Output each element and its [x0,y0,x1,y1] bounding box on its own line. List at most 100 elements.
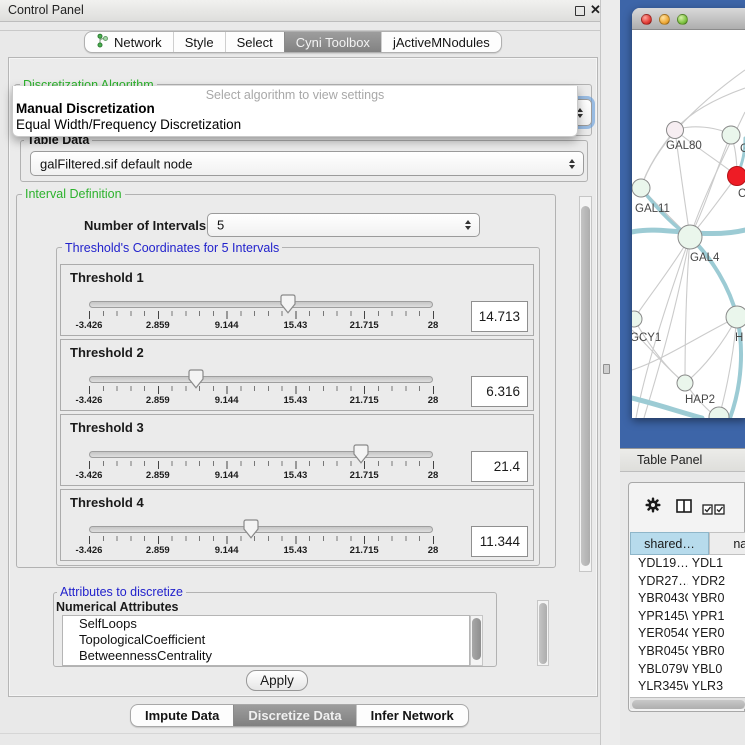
attribute-list-item[interactable]: SelfLoops [63,616,469,632]
table-hscrollbar[interactable] [630,697,745,709]
cell-name[interactable]: YBR0 [688,643,745,661]
close-traffic-light-icon[interactable] [641,14,652,25]
float-window-icon[interactable] [575,6,585,16]
tab-label: Select [237,35,273,50]
number-of-intervals-combobox[interactable]: 5 [207,213,480,237]
interval-scrollbar-thumb[interactable] [581,206,590,566]
cell-shared-name[interactable]: YLR345W [630,678,688,696]
network-node-label: HAP2 [685,394,715,406]
bottom-node[interactable] [709,407,729,418]
tab-network[interactable]: Network [85,32,173,52]
gear-icon[interactable] [645,497,661,518]
checkbox-icon[interactable] [702,502,713,520]
threshold-slider-track[interactable] [89,376,433,383]
network-window-titlebar[interactable] [632,8,745,30]
network-edge[interactable] [641,130,675,188]
network-canvas[interactable]: GAL80GAL11GAL4GCY1HAP2GACH [632,30,745,418]
tab-cyni-toolbox[interactable]: Cyni Toolbox [284,32,381,52]
threshold-slider-track[interactable] [89,526,433,533]
algorithm-option[interactable]: Equal Width/Frequency Discretization [13,117,577,133]
table-row[interactable]: YLR345WYLR3 [630,678,745,696]
cell-name[interactable]: YBL0 [688,661,745,679]
split-pane-handle-icon[interactable] [603,364,610,374]
table-data-value: galFiltered.sif default node [40,156,192,171]
top-tab-bar: NetworkStyle Select Cyni ToolboxjActiveMNo… [84,31,502,53]
cell-name[interactable]: YER0 [688,625,745,643]
checkbox-icon[interactable] [714,502,725,520]
gal80-node[interactable] [667,122,684,139]
table-data-combobox[interactable]: galFiltered.sif default node [30,151,584,176]
zoom-traffic-light-icon[interactable] [677,14,688,25]
threshold-value-field[interactable]: 14.713 [471,301,528,332]
numerical-attributes-label: Numerical Attributes [56,600,178,614]
interval-scrollbar[interactable] [579,196,592,572]
network-edge-highlighted[interactable] [690,237,737,317]
minimize-traffic-light-icon[interactable] [659,14,670,25]
threshold-label: Threshold 2 [70,345,144,360]
tick-label: 15.43 [284,395,308,406]
cell-name[interactable]: YDR2 [688,573,745,591]
split-columns-icon[interactable] [676,499,692,518]
table-row[interactable]: YBR043CYBR0 [630,590,745,608]
bottom-tab-discretize-data[interactable]: Discretize Data [233,705,355,726]
gcy1-node[interactable] [632,311,642,327]
top-right-node[interactable] [722,126,740,144]
tick-label: 28 [428,320,439,331]
threshold-value-field[interactable]: 21.4 [471,451,528,482]
apply-button[interactable]: Apply [246,670,308,691]
gal11-node[interactable] [632,179,650,197]
tab-jactivemnodules[interactable]: jActiveMNodules [381,32,501,52]
threshold-panel: Threshold 4-3.4262.8599.14415.4321.71528… [60,489,534,561]
network-node-label: GAL11 [635,203,670,215]
cell-name[interactable]: YBR0 [688,590,745,608]
threshold-value-field[interactable]: 11.344 [471,526,528,557]
table-row[interactable]: YER054CYER0 [630,625,745,643]
table-rows: YDL19…YDL1YDR27…YDR2YBR043CYBR0YPR145WYP… [630,555,745,697]
network-node-label: GAL80 [666,140,702,152]
cell-shared-name[interactable]: YBR045C [630,643,688,661]
cell-name[interactable]: YLR3 [688,678,745,696]
table-row[interactable]: YDR27…YDR2 [630,573,745,591]
threshold-slider-track[interactable] [89,301,433,308]
thresholds-list: Threshold 1-3.4262.8599.14415.4321.71528… [60,264,534,564]
table-row[interactable]: YBR045CYBR0 [630,643,745,661]
attributes-pane-scrollbar-thumb[interactable] [539,603,547,664]
threshold-value-field[interactable]: 6.316 [471,376,528,407]
bottom-tab-impute-data[interactable]: Impute Data [131,705,233,726]
right-mid-node[interactable] [726,306,745,328]
table-row[interactable]: YBL079WYBL0 [630,661,745,679]
attribute-list-item[interactable]: TopologicalCoefficient [63,632,469,648]
tab-select[interactable]: Select [225,32,284,52]
table-hscrollbar-thumb[interactable] [632,700,745,709]
tab-style[interactable]: Style [173,32,225,52]
tick-label: 28 [428,545,439,556]
attribute-list-item[interactable]: BetweennessCentrality [63,648,469,664]
network-edge[interactable] [675,88,745,130]
threshold-slider-track[interactable] [89,451,433,458]
table-header-row: shared…name [630,532,745,555]
cell-name[interactable]: YDL1 [688,555,745,573]
gal4-node[interactable] [678,225,702,249]
hap2-node[interactable] [677,375,693,391]
column-header-1[interactable]: shared… [630,532,709,555]
attributes-list-scrollbar[interactable] [470,615,483,666]
attributes-pane-scrollbar[interactable] [537,600,549,666]
table-row[interactable]: YPR145WYPR1 [630,608,745,626]
bottom-tab-infer-network[interactable]: Infer Network [356,705,468,726]
column-header-2[interactable]: name [709,532,745,555]
cell-shared-name[interactable]: YBL079W [630,661,688,679]
numerical-attributes-list[interactable]: SelfLoopsTopologicalCoefficientBetweenne… [62,615,470,666]
algorithm-dropdown-hint: Select algorithm to view settings [13,86,577,101]
cell-shared-name[interactable]: YBR043C [630,590,688,608]
cell-shared-name[interactable]: YER054C [630,625,688,643]
threshold-label: Threshold 1 [70,270,144,285]
cell-name[interactable]: YPR1 [688,608,745,626]
cell-shared-name[interactable]: YDR27… [630,573,688,591]
red-node[interactable] [728,167,745,186]
cell-shared-name[interactable]: YDL19… [630,555,688,573]
table-row[interactable]: YDL19…YDL1 [630,555,745,573]
split-pane-divider[interactable] [600,0,620,745]
attributes-list-scrollbar-thumb[interactable] [472,618,481,660]
cell-shared-name[interactable]: YPR145W [630,608,688,626]
algorithm-option[interactable]: Manual Discretization [13,101,577,117]
